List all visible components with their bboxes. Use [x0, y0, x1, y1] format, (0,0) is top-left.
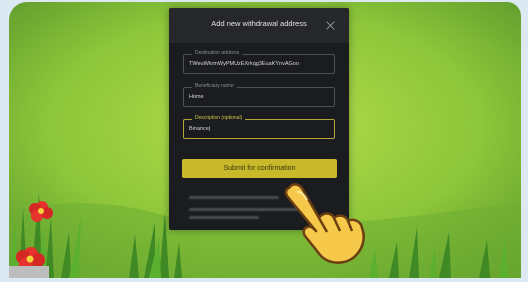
blurred-note-line: [189, 196, 279, 199]
submit-button[interactable]: Submit for confirmation: [182, 159, 337, 178]
destination-address-value: TWeuWkrmWyPMUzEXrkqg3EuaKYnvAGoo: [189, 61, 299, 67]
description-field[interactable]: Description (optional) Binance|: [183, 115, 335, 139]
description-label: Description (optional): [192, 115, 246, 121]
close-icon[interactable]: [326, 21, 335, 30]
beneficiary-name-label: Beneficiary name: [192, 83, 237, 89]
beneficiary-name-field[interactable]: Beneficiary name Home: [183, 83, 335, 107]
dialog-title: Add new withdrawal address: [211, 19, 307, 28]
pointing-hand-icon: [284, 183, 365, 264]
video-frame: Add new withdrawal address Destination a…: [0, 0, 528, 282]
description-value: Binance|: [189, 126, 211, 132]
destination-address-field[interactable]: Destination address TWeuWkrmWyPMUzEXrkqg…: [183, 50, 335, 74]
dialog-header: Add new withdrawal address: [169, 8, 349, 43]
blurred-note-line: [189, 216, 259, 219]
beneficiary-name-value: Home: [189, 94, 204, 100]
destination-address-label: Destination address: [192, 50, 243, 56]
